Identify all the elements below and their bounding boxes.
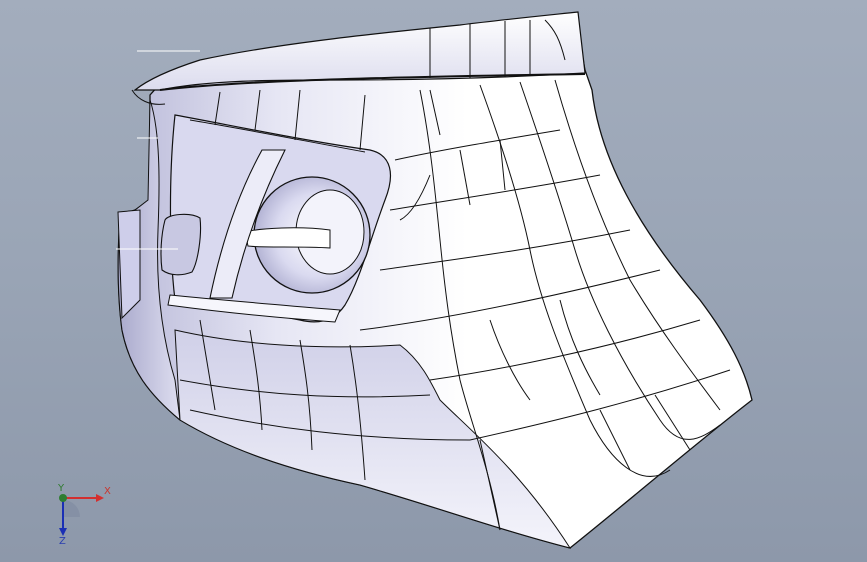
bumper-3d-model[interactable] [0,0,867,562]
coordinate-triad: X Y Z [57,483,111,544]
x-axis-label: X [104,486,111,497]
cad-graphics-viewport[interactable]: X Y Z [0,0,867,562]
y-axis-label: Y [57,483,65,494]
sensor-opening [160,213,202,276]
z-axis-label: Z [59,536,66,544]
